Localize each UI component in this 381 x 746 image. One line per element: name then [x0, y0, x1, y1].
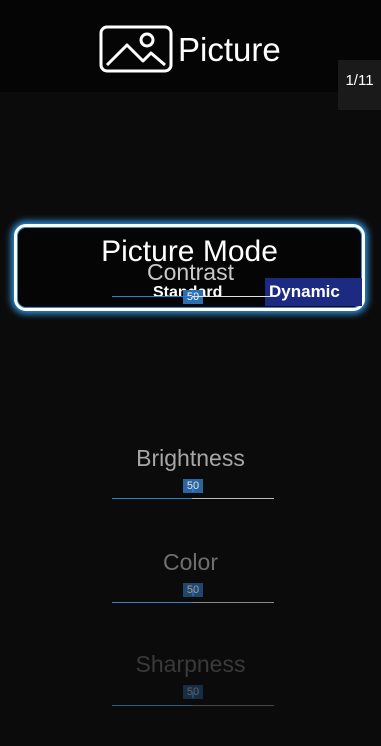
setting-label: Brightness — [136, 445, 245, 471]
slider-knob[interactable] — [192, 487, 194, 492]
setting-label: Contrast — [147, 259, 234, 285]
setting-label: Sharpness — [135, 651, 246, 677]
page-counter: 1/11 — [338, 60, 381, 110]
slider-fill — [112, 498, 192, 499]
slider-fill — [112, 296, 192, 297]
slider-fill — [112, 705, 192, 706]
picture-icon — [99, 25, 173, 73]
slider-fill — [112, 602, 192, 603]
setting-label: Color — [163, 549, 218, 575]
slider-track[interactable] — [112, 498, 274, 499]
slider-track[interactable] — [112, 705, 274, 706]
slider-knob[interactable] — [192, 591, 194, 596]
slider-track[interactable] — [112, 296, 274, 297]
header-bar: Picture — [0, 0, 381, 92]
page-title: Picture — [178, 31, 281, 68]
slider-track[interactable] — [112, 602, 274, 603]
slider-knob[interactable] — [192, 693, 194, 698]
